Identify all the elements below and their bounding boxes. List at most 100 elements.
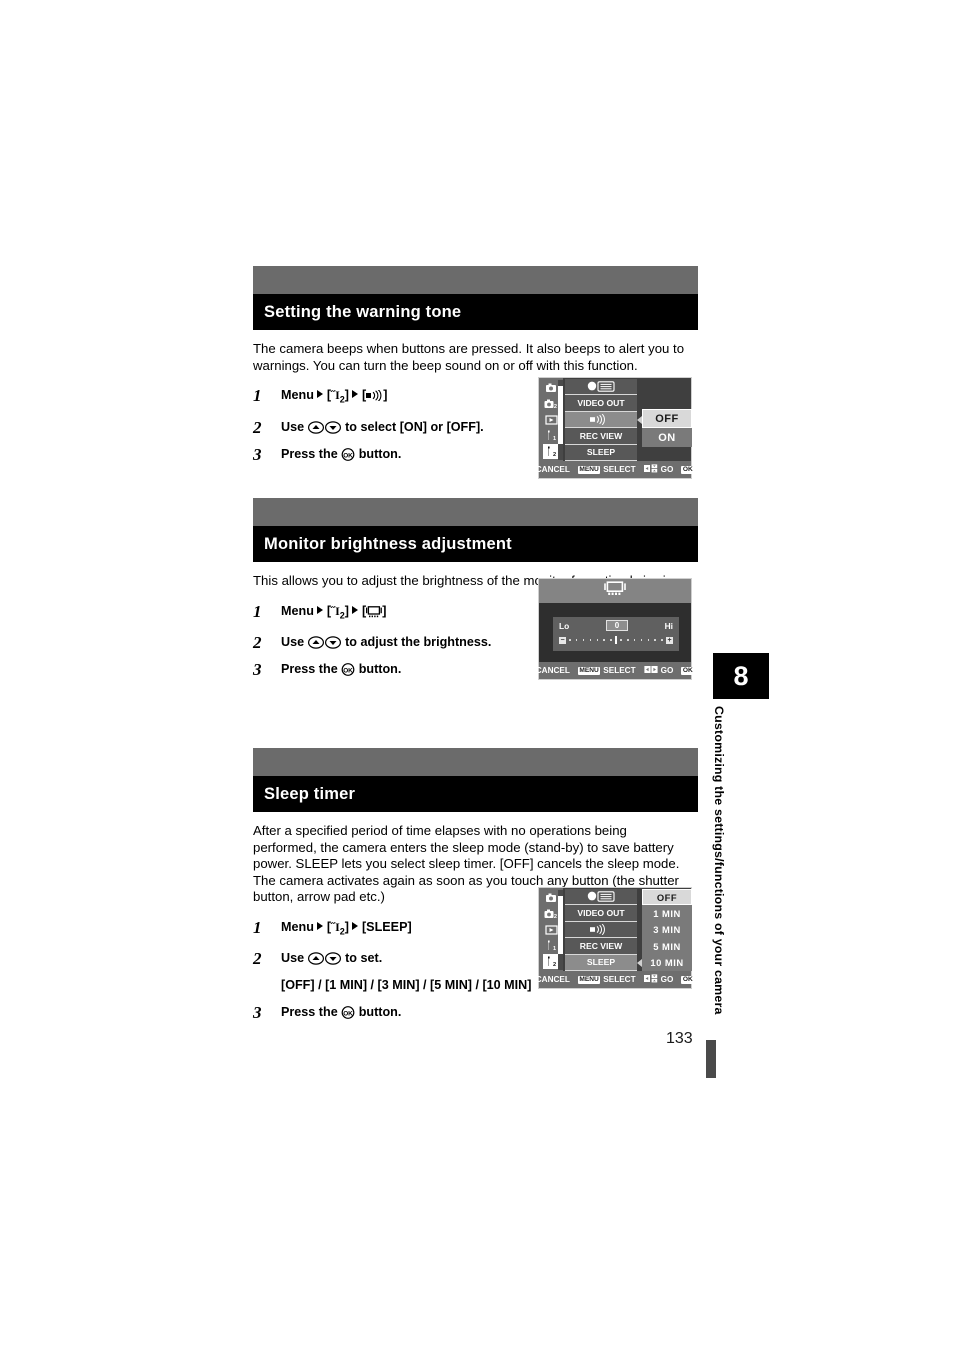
brightness-high-label: Hi — [664, 620, 673, 631]
brightness-control-panel: Lo 0 Hi − + — [553, 617, 679, 651]
lcd-menu-column: VIDEO OUT REC VIEW SLEEP — [565, 889, 637, 971]
diamond-icon — [572, 977, 576, 982]
settings-wrench-2-icon: 2 — [543, 444, 559, 459]
svg-text:OK: OK — [343, 667, 353, 674]
step-text: Menu [˝I2] [SLEEP] — [273, 919, 412, 940]
lcd-menu-column: VIDEO OUT REC VIEW SLEEP — [565, 379, 637, 461]
step-text: Use to set. — [273, 950, 382, 967]
value-option-10min[interactable]: 10 MIN — [642, 954, 692, 971]
value-option-off[interactable]: OFF — [642, 889, 692, 906]
menu-key-icon: MENU — [577, 975, 601, 984]
step-item: 3 Press the OK button. — [253, 1004, 698, 1021]
slider-dot — [610, 639, 612, 641]
menu-item-beep[interactable] — [565, 921, 637, 939]
ok-key-icon: OK — [681, 465, 695, 474]
section-header-gray-band — [253, 498, 698, 526]
chapter-tab-number: 8 — [713, 653, 769, 699]
section-body-text: The camera beeps when buttons are presse… — [253, 341, 685, 373]
diamond-icon — [675, 668, 680, 673]
lcd-screen-warning-tone: 2 1 2 VIDEO OUT REC VIEW SLEEP OFF ON CA… — [535, 377, 695, 479]
menu-item-setup[interactable] — [565, 379, 637, 396]
diamond-icon — [637, 467, 642, 472]
step-tail: to set. — [345, 951, 383, 966]
cancel-label: CANCEL — [535, 465, 570, 474]
section-header-bar: Monitor brightness adjustment — [253, 526, 698, 562]
step-number: 3 — [253, 444, 262, 464]
settings-wrench-2-icon: 2 — [543, 954, 559, 969]
step-menu-label: Menu — [281, 603, 314, 618]
ok-key-icon: OK — [681, 666, 695, 675]
brightness-labels: Lo 0 Hi — [559, 620, 673, 631]
lcd-status-bar: CANCEL MENU SELECT GO OK — [535, 461, 695, 478]
value-option-off[interactable]: OFF — [642, 409, 692, 428]
lcd-brightness-body: Lo 0 Hi − + — [539, 603, 691, 664]
wrench-2-icon: ˝I2 — [331, 919, 345, 937]
lcd-scrollbar-thumb[interactable] — [558, 386, 563, 444]
step-number: 1 — [253, 917, 262, 937]
svg-text:1: 1 — [553, 946, 556, 951]
step-tail: to adjust the brightness. — [345, 634, 492, 649]
menu-item-rec-view[interactable]: REC VIEW — [565, 938, 637, 955]
diamond-icon — [572, 668, 576, 673]
brightness-minus-icon[interactable]: − — [559, 636, 566, 644]
ok-key-icon: OK — [681, 975, 695, 984]
menu-item-sleep[interactable]: SLEEP — [565, 954, 637, 971]
go-label: GO — [660, 666, 674, 675]
menu-key-icon: MENU — [577, 465, 601, 474]
ok-button-icon: OK — [341, 1005, 355, 1020]
diamond-icon — [637, 668, 642, 673]
step-number: 2 — [253, 632, 262, 652]
slider-dot — [603, 639, 605, 641]
menu-item-setup[interactable] — [565, 889, 637, 906]
arrow-right-icon — [351, 605, 358, 614]
brightness-plus-icon[interactable]: + — [666, 636, 673, 644]
brightness-slider[interactable]: − + — [559, 636, 673, 644]
select-label: SELECT — [603, 666, 636, 675]
lcd-status-bar: CANCEL MENU SELECT GO OK — [536, 971, 695, 988]
camera-mode-1-icon — [543, 380, 559, 395]
slider-dot — [647, 639, 650, 641]
step-text: Use to adjust the brightness. — [273, 634, 491, 651]
chapter-title-vertical: Customizing the settings/functions of yo… — [712, 706, 726, 1015]
svg-text:2: 2 — [553, 962, 556, 967]
section-title: Setting the warning tone — [264, 302, 462, 321]
lcd-value-column: OFF ON — [642, 409, 692, 447]
value-option-1min[interactable]: 1 MIN — [642, 905, 692, 922]
step-lead: Press the — [281, 661, 338, 676]
slider-dot — [582, 639, 585, 641]
step-text: Press the OK button. — [273, 1004, 401, 1021]
menu-item-video-out[interactable]: VIDEO OUT — [565, 905, 637, 922]
camera-mode-2-icon: 2 — [543, 396, 559, 411]
step-text: Press the OK button. — [273, 446, 401, 463]
value-option-3min[interactable]: 3 MIN — [642, 921, 692, 939]
step-bracket-label: [SLEEP] — [361, 919, 412, 934]
step-number: 3 — [253, 659, 262, 679]
diamond-icon — [637, 977, 642, 982]
menu-item-beep[interactable] — [565, 411, 637, 429]
arrow-right-icon — [316, 921, 323, 930]
svg-text:2: 2 — [554, 404, 557, 409]
step-lead: Use — [281, 634, 305, 649]
slider-dots-right — [617, 639, 666, 641]
lcd-brightness-header — [539, 579, 691, 603]
slider-dot — [654, 639, 657, 641]
settings-wrench-1-icon: 1 — [543, 938, 559, 953]
manual-page: Setting the warning tone The camera beep… — [0, 0, 954, 1351]
step-tail: to select [ON] or [OFF]. — [345, 419, 484, 434]
slider-dot — [596, 639, 599, 641]
camera-mode-2-icon: 2 — [543, 906, 559, 921]
page-edge-marker — [706, 1040, 716, 1078]
beep-icon — [366, 388, 383, 402]
lcd-screen-sleep-timer: 2 1 2 VIDEO OUT REC VIEW SLEEP OFF 1 MIN… — [536, 887, 695, 989]
step-lead: Use — [281, 419, 305, 434]
arrow-pad-up-down-icon — [307, 635, 342, 649]
value-option-5min[interactable]: 5 MIN — [642, 938, 692, 955]
slider-dot — [626, 639, 629, 641]
menu-item-video-out[interactable]: VIDEO OUT — [565, 395, 637, 412]
svg-text:OK: OK — [343, 1011, 353, 1018]
menu-item-rec-view[interactable]: REC VIEW — [565, 428, 637, 445]
lcd-scrollbar-thumb[interactable] — [558, 896, 563, 954]
value-option-on[interactable]: ON — [642, 428, 692, 447]
menu-item-sleep[interactable]: SLEEP — [565, 444, 637, 461]
step-tail: button. — [358, 446, 402, 461]
